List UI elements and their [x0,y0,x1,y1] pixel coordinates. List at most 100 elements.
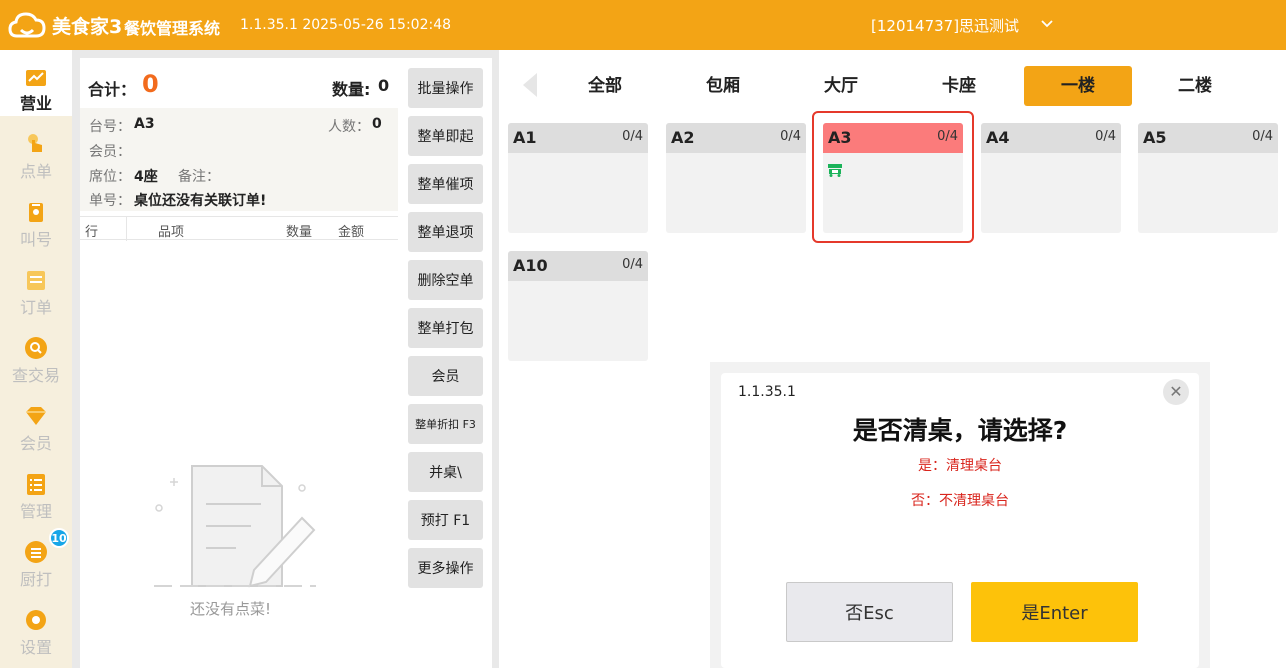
table-card-a2[interactable]: A2 0/4 [666,123,806,233]
close-icon[interactable]: ✕ [1163,379,1189,405]
column-header-quantity: 数量 [286,225,313,240]
sidebar: 营业 点单 叫号 订单 查交易 会员 管理 厨打 设置 10 [0,50,72,668]
member-button[interactable]: 会员 [408,356,483,396]
diamond-icon [26,407,46,425]
kitchen-badge: 10 [49,528,69,548]
yes-button[interactable]: 是Enter [971,582,1138,642]
people-value: 0 [372,116,382,132]
fire-whole-order-button[interactable]: 整单即起 [408,116,483,156]
member-label: 会员： [89,144,131,160]
table-card-a10[interactable]: A10 0/4 [508,251,648,361]
table-name: A10 [513,256,548,275]
tab-booth[interactable]: 卡座 [905,66,1013,106]
delete-empty-order-button[interactable]: 删除空单 [408,260,483,300]
table-name: A5 [1143,128,1167,147]
ticket-icon [29,203,43,222]
table-number-value: A3 [134,116,155,132]
sidebar-item-manage[interactable]: 管理 [0,458,72,524]
sidebar-item-label: 点单 [19,162,52,181]
logo-text: 美食家3 [52,15,123,38]
table-info: 台号： A3 人数： 0 会员： 席位： 4座 备注： 单号： 桌位还没有关联订… [80,108,398,211]
clear-table-dialog: 1.1.35.1 ✕ 是否清桌，请选择? 是：清理桌台 否：不清理桌台 否Esc… [721,373,1199,668]
seat-label: 席位： [89,169,131,185]
table-card-a5[interactable]: A5 0/4 [1138,123,1278,233]
sidebar-item-label: 查交易 [11,366,60,385]
sidebar-item-business[interactable]: 营业 [0,50,72,116]
sidebar-item-label: 叫号 [19,230,52,249]
no-button[interactable]: 否Esc [786,582,953,642]
seat-value: 4座 [134,169,158,185]
sidebar-item-label: 营业 [19,94,52,113]
column-header-amount: 金额 [338,225,365,240]
selected-table-highlight [812,111,974,243]
dialog-title: 是否清桌，请选择? [852,416,1068,445]
total-label: 合计： [88,80,137,99]
dialog-no-hint: 否：不清理桌台 [911,493,1009,509]
tab-all[interactable]: 全部 [551,66,659,106]
pre-print-button[interactable]: 预打 F1 [408,500,483,540]
tab-hall[interactable]: 大厅 [787,66,895,106]
tab-second-floor[interactable]: 二楼 [1141,66,1249,106]
column-header-row: 行 [85,225,99,240]
app-logo: 美食家3 [8,9,138,41]
search-icon [25,337,47,359]
empty-order-text: 还没有点菜! [190,600,272,618]
pack-whole-order-button[interactable]: 整单打包 [408,308,483,348]
gear-icon [26,610,46,630]
table-name: A1 [513,128,537,147]
remark-label: 备注： [178,169,220,185]
version-datetime: 1.1.35.1 2025-05-26 15:02:48 [240,17,452,33]
prev-arrow-icon[interactable] [521,72,539,98]
table-name: A2 [671,128,695,147]
table-card-a4[interactable]: A4 0/4 [981,123,1121,233]
sidebar-item-order[interactable]: 点单 [0,118,72,184]
checklist-icon [27,474,45,495]
sidebar-item-label: 订单 [19,298,52,317]
sidebar-item-settings[interactable]: 设置 [0,594,72,660]
table-card-a1[interactable]: A1 0/4 [508,123,648,233]
chart-icon [26,70,46,86]
top-bar: 美食家3 餐饮管理系统 1.1.35.1 2025-05-26 15:02:48… [0,0,1286,50]
merge-table-button[interactable]: 并桌\ [408,452,483,492]
list-icon [27,271,45,290]
tab-private-room[interactable]: 包厢 [669,66,777,106]
people-label: 人数： [328,119,370,135]
tab-first-floor[interactable]: 一楼 [1024,66,1132,106]
sidebar-item-label: 设置 [19,638,52,657]
bill-value: 桌位还没有关联订单! [134,193,267,209]
table-occupancy: 0/4 [1095,129,1116,144]
order-panel: 合计： 0 数量: 0 台号： A3 人数： 0 会员： 席位： 4座 备注： … [80,58,398,668]
sidebar-item-member[interactable]: 会员 [0,390,72,456]
table-occupancy: 0/4 [622,129,643,144]
quantity-label: 数量: [332,80,371,99]
sidebar-item-label: 会员 [19,434,52,453]
quantity-value: 0 [378,76,390,95]
total-value: 0 [142,70,159,98]
table-occupancy: 0/4 [622,257,643,272]
action-panel: 批量操作 整单即起 整单催项 整单退项 删除空单 整单打包 会员 整单折扣 F3… [398,58,492,668]
table-number-label: 台号： [89,119,131,135]
sidebar-item-transactions[interactable]: 查交易 [0,322,72,388]
chevron-down-icon[interactable] [1040,17,1054,31]
batch-operation-button[interactable]: 批量操作 [408,68,483,108]
order-table-header: 行 品项 数量 金额 [80,216,398,241]
store-selector[interactable]: [12014737]思迅测试 [871,15,1019,36]
more-operations-button[interactable]: 更多操作 [408,548,483,588]
table-occupancy: 0/4 [780,129,801,144]
hand-tap-icon [28,134,42,152]
whole-order-discount-button[interactable]: 整单折扣 F3 [408,404,483,444]
sidebar-item-label: 管理 [19,502,52,521]
dialog-yes-hint: 是：清理桌台 [918,458,1002,474]
menu-circle-icon [25,541,47,563]
dialog-version: 1.1.35.1 [738,384,796,400]
cloud-icon [8,12,46,38]
table-occupancy: 0/4 [1252,129,1273,144]
bill-label: 单号： [89,193,131,209]
rush-whole-order-button[interactable]: 整单催项 [408,164,483,204]
sidebar-item-orders[interactable]: 订单 [0,254,72,320]
sidebar-item-call-number[interactable]: 叫号 [0,186,72,252]
return-whole-order-button[interactable]: 整单退项 [408,212,483,252]
sidebar-item-label: 厨打 [19,570,52,589]
empty-order-illustration [154,465,316,588]
table-name: A4 [986,128,1010,147]
